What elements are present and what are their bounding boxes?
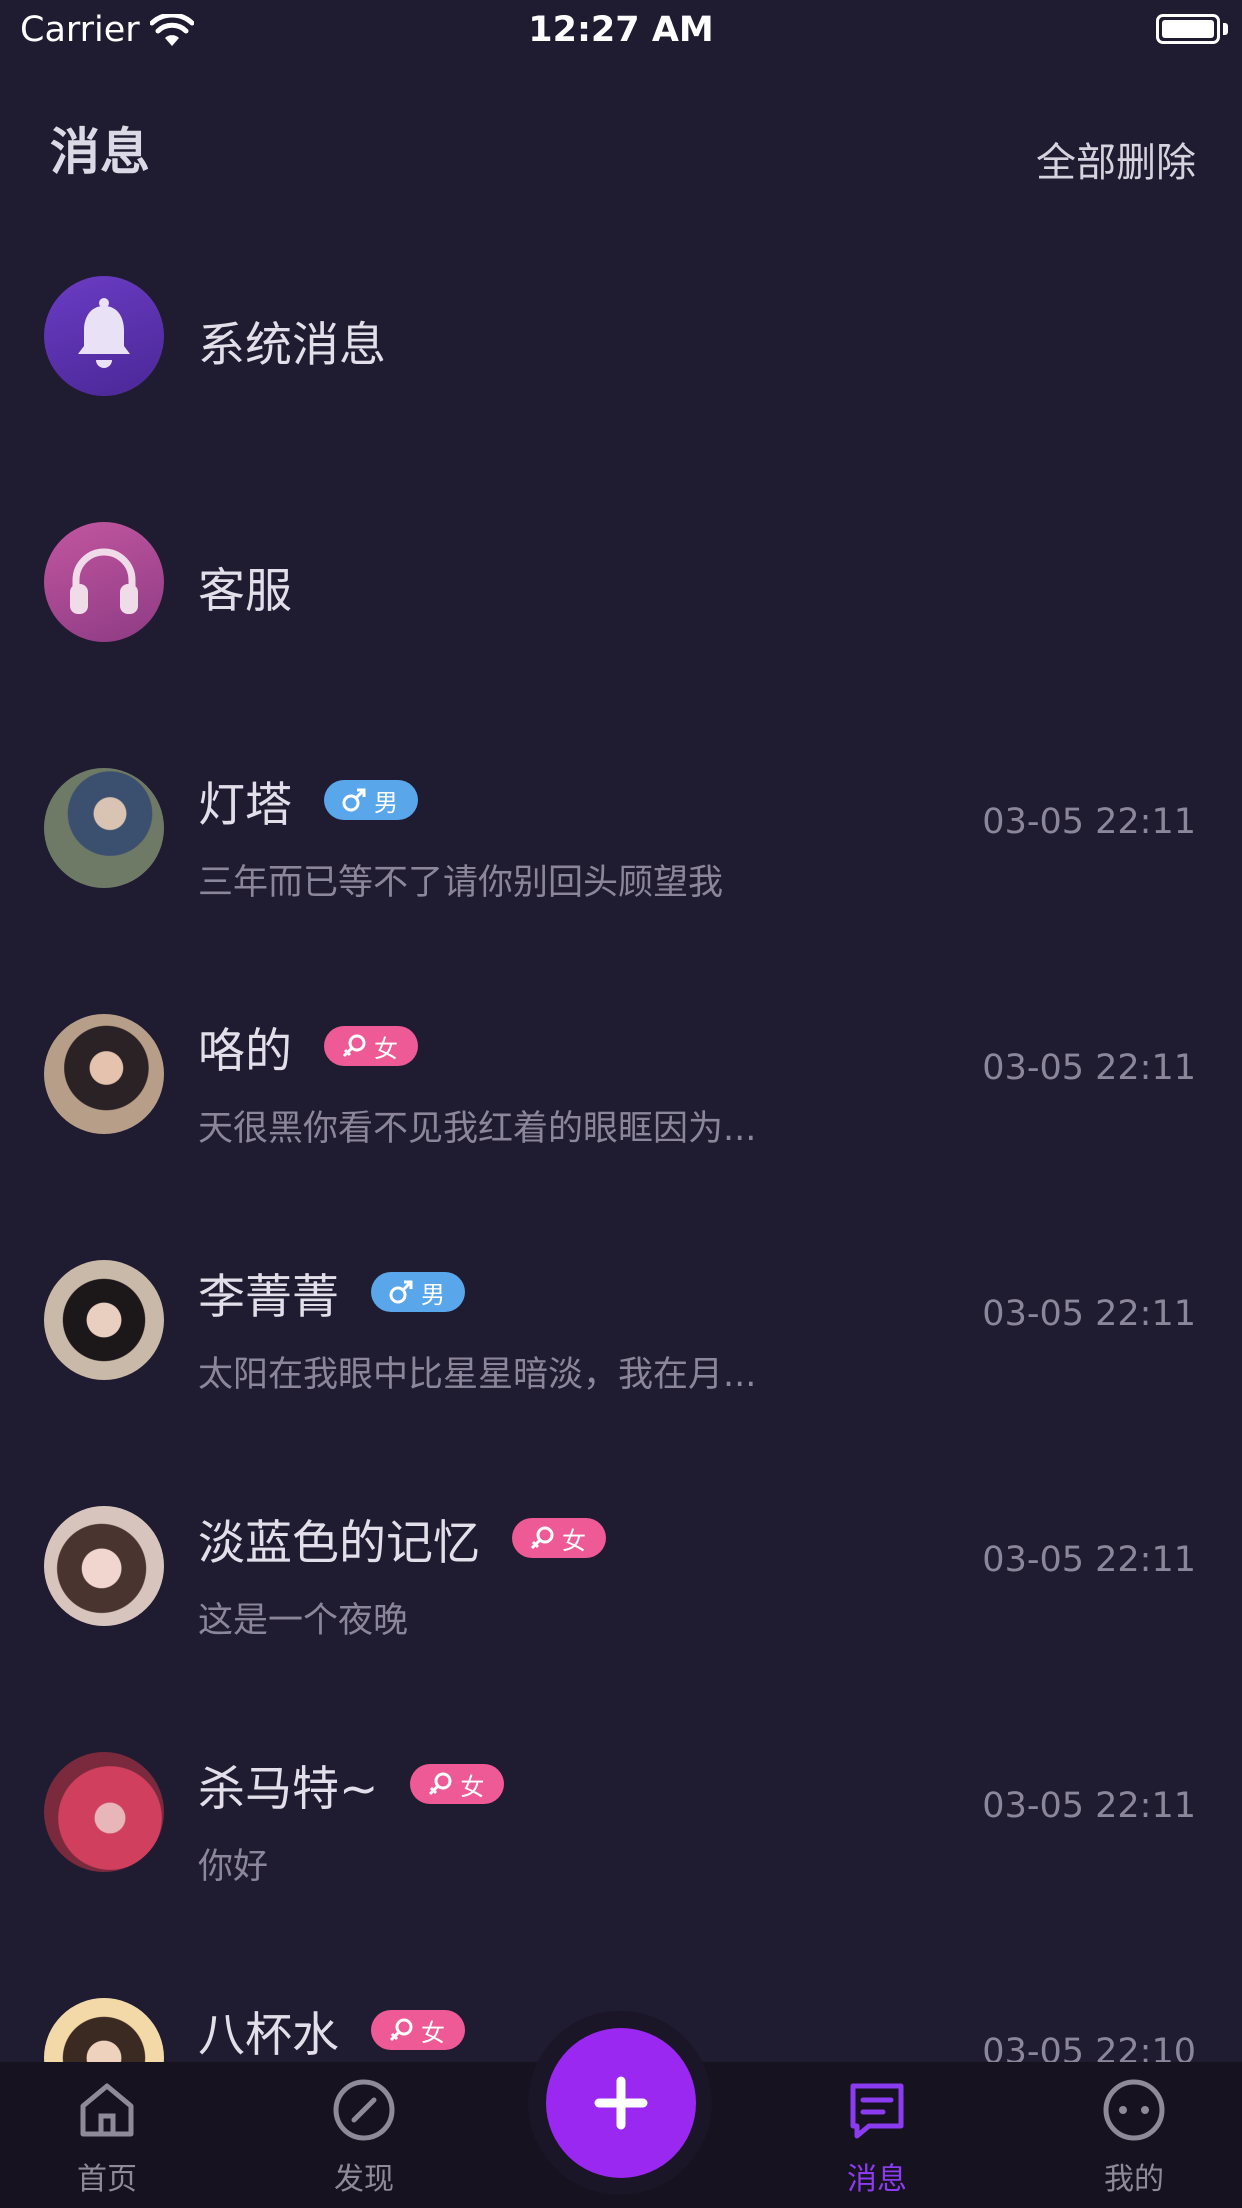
conversation-time: 03-05 22:11 — [982, 1294, 1196, 1334]
avatar — [44, 1752, 164, 1872]
message-list: 系统消息 客服 灯塔 男 三年而已等不了请你别回头顾望我 03-05 22:11 — [0, 200, 1242, 2168]
add-button[interactable] — [546, 2028, 696, 2178]
gender-badge-female: 女 — [371, 2010, 465, 2050]
avatar — [44, 1014, 164, 1134]
message-icon — [850, 2083, 904, 2139]
gender-badge-female: 女 — [512, 1518, 606, 1558]
headphones-icon — [70, 548, 138, 614]
compass-icon — [333, 2079, 395, 2141]
system-messages-row[interactable]: 系统消息 — [0, 200, 1242, 446]
conversation-time: 03-05 22:11 — [982, 1048, 1196, 1088]
conversation-row[interactable]: 咯的 女 天很黑你看不见我红着的眼眶因为... 03-05 22:11 — [0, 938, 1242, 1184]
tab-discover-label: 发现 — [334, 2162, 394, 2197]
tab-mine[interactable]: 我的 — [1054, 2062, 1214, 2208]
conversation-preview: 天很黑你看不见我红着的眼眶因为... — [198, 1109, 757, 1149]
male-symbol-icon — [342, 788, 366, 812]
gender-badge-male: 男 — [324, 780, 418, 820]
conversation-name: 李菁菁 — [198, 1269, 339, 1325]
conversation-row[interactable]: 杀马特~ 女 你好 03-05 22:11 — [0, 1676, 1242, 1922]
customer-service-name: 客服 — [198, 564, 292, 619]
tab-home-label: 首页 — [77, 2162, 137, 2197]
tab-discover[interactable]: 发现 — [284, 2062, 444, 2208]
conversation-row[interactable]: 灯塔 男 三年而已等不了请你别回头顾望我 03-05 22:11 — [0, 692, 1242, 938]
gender-badge-female: 女 — [324, 1026, 418, 1066]
conversation-time: 03-05 22:11 — [982, 1786, 1196, 1826]
status-bar: Carrier 12:27 AM — [0, 0, 1242, 62]
avatar — [44, 1506, 164, 1626]
tab-messages[interactable]: 消息 — [797, 2062, 957, 2208]
status-time: 12:27 AM — [528, 10, 714, 50]
female-symbol-icon — [389, 2018, 413, 2042]
conversation-row[interactable]: 淡蓝色的记忆 女 这是一个夜晚 03-05 22:11 — [0, 1430, 1242, 1676]
tab-messages-label: 消息 — [847, 2162, 907, 2197]
bell-icon — [78, 298, 130, 368]
tab-home[interactable]: 首页 — [27, 2062, 187, 2208]
female-symbol-icon — [530, 1526, 554, 1550]
conversation-name: 淡蓝色的记忆 — [198, 1515, 480, 1571]
female-symbol-icon — [429, 1772, 452, 1796]
conversation-name: 杀马特~ — [198, 1761, 379, 1817]
female-symbol-icon — [342, 1034, 366, 1058]
gender-badge-male: 男 — [371, 1272, 465, 1312]
avatar — [44, 768, 164, 888]
delete-all-button[interactable]: 全部删除 — [1036, 130, 1196, 188]
service-avatar — [44, 522, 164, 642]
avatar — [44, 1260, 164, 1380]
tab-mine-label: 我的 — [1104, 2162, 1164, 2197]
male-symbol-icon — [389, 1280, 413, 1304]
gender-badge-female: 女 — [410, 1764, 505, 1804]
conversation-name: 灯塔 — [198, 777, 292, 833]
conversation-preview: 你好 — [198, 1847, 269, 1887]
battery-icon — [1156, 14, 1220, 44]
customer-service-row[interactable]: 客服 — [0, 446, 1242, 692]
home-icon — [80, 2083, 134, 2137]
conversation-name: 八杯水 — [198, 2007, 339, 2063]
conversation-preview: 三年而已等不了请你别回头顾望我 — [198, 863, 724, 903]
conversation-row[interactable]: 李菁菁 男 太阳在我眼中比星星暗淡，我在月... 03-05 22:11 — [0, 1184, 1242, 1430]
conversation-name: 咯的 — [198, 1023, 292, 1079]
plus-icon — [594, 2076, 648, 2130]
conversation-preview: 太阳在我眼中比星星暗淡，我在月... — [198, 1355, 757, 1395]
conversation-time: 03-05 22:11 — [982, 802, 1196, 842]
system-avatar — [44, 276, 164, 396]
conversation-preview: 这是一个夜晚 — [198, 1601, 409, 1641]
battery-tip — [1223, 23, 1228, 35]
page-title: 消息 — [50, 123, 150, 181]
conversation-time: 03-05 22:11 — [982, 1540, 1196, 1580]
system-messages-name: 系统消息 — [198, 318, 386, 373]
profile-face-icon — [1103, 2079, 1165, 2141]
